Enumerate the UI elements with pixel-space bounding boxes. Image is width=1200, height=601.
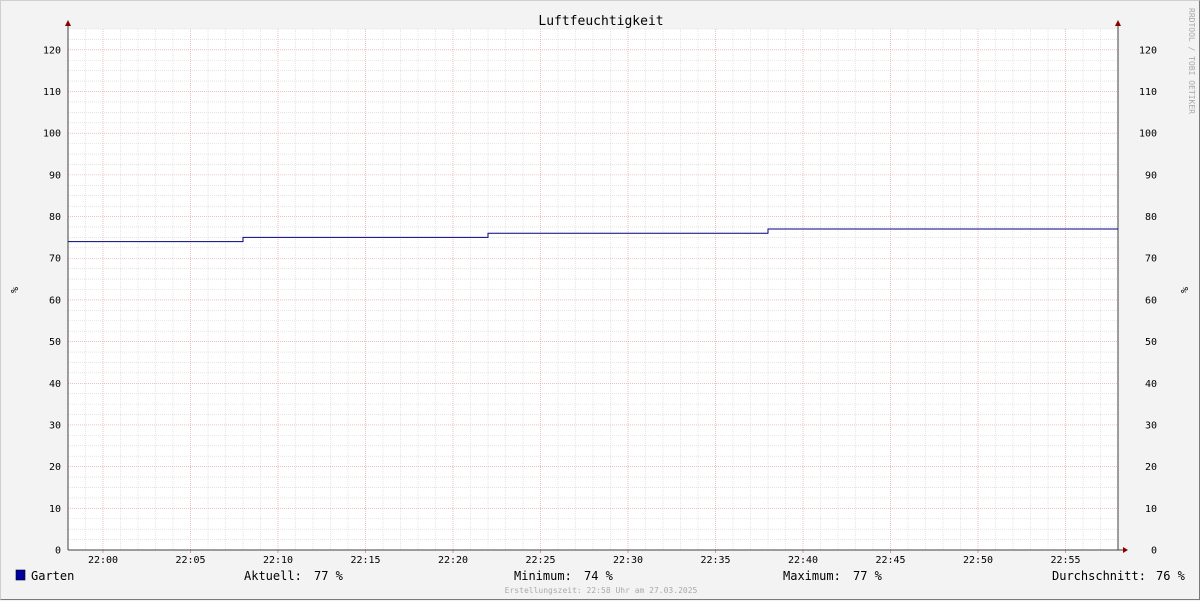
maximum-label: Maximum: xyxy=(783,569,841,583)
creation-time-footer: Erstellungszeit: 22:58 Uhr am 27.03.2025 xyxy=(505,586,698,595)
y-tick-label-left: 30 xyxy=(49,420,61,431)
y-tick-label-right: 40 xyxy=(1145,379,1157,390)
y-axis-label-left: % xyxy=(8,287,19,293)
y-axis-arrow-right xyxy=(1115,20,1121,26)
chart-title: Luftfeuchtigkeit xyxy=(538,14,663,29)
y-tick-label-left: 80 xyxy=(49,212,61,223)
y-tick-label-right: 60 xyxy=(1145,295,1157,306)
x-tick-label: 22:35 xyxy=(700,555,730,566)
chart-frame: 22:00 22:05 22:10 22:15 22:20 22:25 22:30 22:35… xyxy=(0,0,1200,600)
y-tick-label-right: 10 xyxy=(1145,504,1157,515)
maximum-value: 77 % xyxy=(853,569,883,583)
y-tick-label-left: 40 xyxy=(49,379,61,390)
y-tick-label-right: 70 xyxy=(1145,254,1157,265)
y-tick-label-right: 50 xyxy=(1145,337,1157,348)
y-tick-label-left: 60 xyxy=(49,295,61,306)
x-tick-label: 22:15 xyxy=(350,555,380,566)
x-tick-label: 22:45 xyxy=(875,555,905,566)
y-tick-label-left: 20 xyxy=(49,462,61,473)
y-tick-label-left: 120 xyxy=(43,45,61,56)
y-axis-arrow-left xyxy=(65,20,71,26)
minimum-label: Minimum: xyxy=(514,569,572,583)
y-tick-label-left: 90 xyxy=(49,170,61,181)
y-tick-label-left: 110 xyxy=(43,87,61,98)
chart-svg: 22:00 22:05 22:10 22:15 22:20 22:25 22:30 22:35… xyxy=(8,8,1196,595)
y-tick-label-right: 120 xyxy=(1139,45,1157,56)
watermark: RRDTOOL / TOBI OETIKER xyxy=(1187,8,1196,114)
x-tick-label: 22:55 xyxy=(1050,555,1080,566)
x-tick-label: 22:50 xyxy=(963,555,993,566)
x-tick-label: 22:25 xyxy=(525,555,555,566)
y-tick-label-left: 70 xyxy=(49,254,61,265)
y-tick-label-left: 100 xyxy=(43,129,61,140)
aktuell-value: 77 % xyxy=(314,569,344,583)
y-tick-label-right: 30 xyxy=(1145,420,1157,431)
x-axis-arrow xyxy=(1123,547,1128,553)
y-tick-label-right: 90 xyxy=(1145,170,1157,181)
x-tick-label: 22:00 xyxy=(88,555,118,566)
x-tick-label: 22:20 xyxy=(438,555,468,566)
y-tick-label-left: 50 xyxy=(49,337,61,348)
grid xyxy=(67,28,1119,551)
y-tick-label-left: 0 xyxy=(55,546,61,557)
aktuell-label: Aktuell: xyxy=(244,569,302,583)
x-tick-label: 22:10 xyxy=(263,555,293,566)
y-tick-label-right: 20 xyxy=(1145,462,1157,473)
legend-series-name: Garten xyxy=(31,569,74,583)
y-tick-label-right: 80 xyxy=(1145,212,1157,223)
durchschnitt-value: 76 % xyxy=(1156,569,1186,583)
x-tick-label: 22:05 xyxy=(175,555,205,566)
minimum-value: 74 % xyxy=(584,569,614,583)
y-tick-label-left: 10 xyxy=(49,504,61,515)
x-tick-label: 22:30 xyxy=(613,555,643,566)
legend-swatch xyxy=(15,569,26,581)
y-tick-label-right: 0 xyxy=(1151,546,1157,557)
y-axis-label-right: % xyxy=(1178,287,1189,293)
y-tick-label-right: 110 xyxy=(1139,87,1157,98)
x-tick-label: 22:40 xyxy=(788,555,818,566)
y-tick-label-right: 100 xyxy=(1139,129,1157,140)
durchschnitt-label: Durchschnitt: xyxy=(1052,569,1146,583)
